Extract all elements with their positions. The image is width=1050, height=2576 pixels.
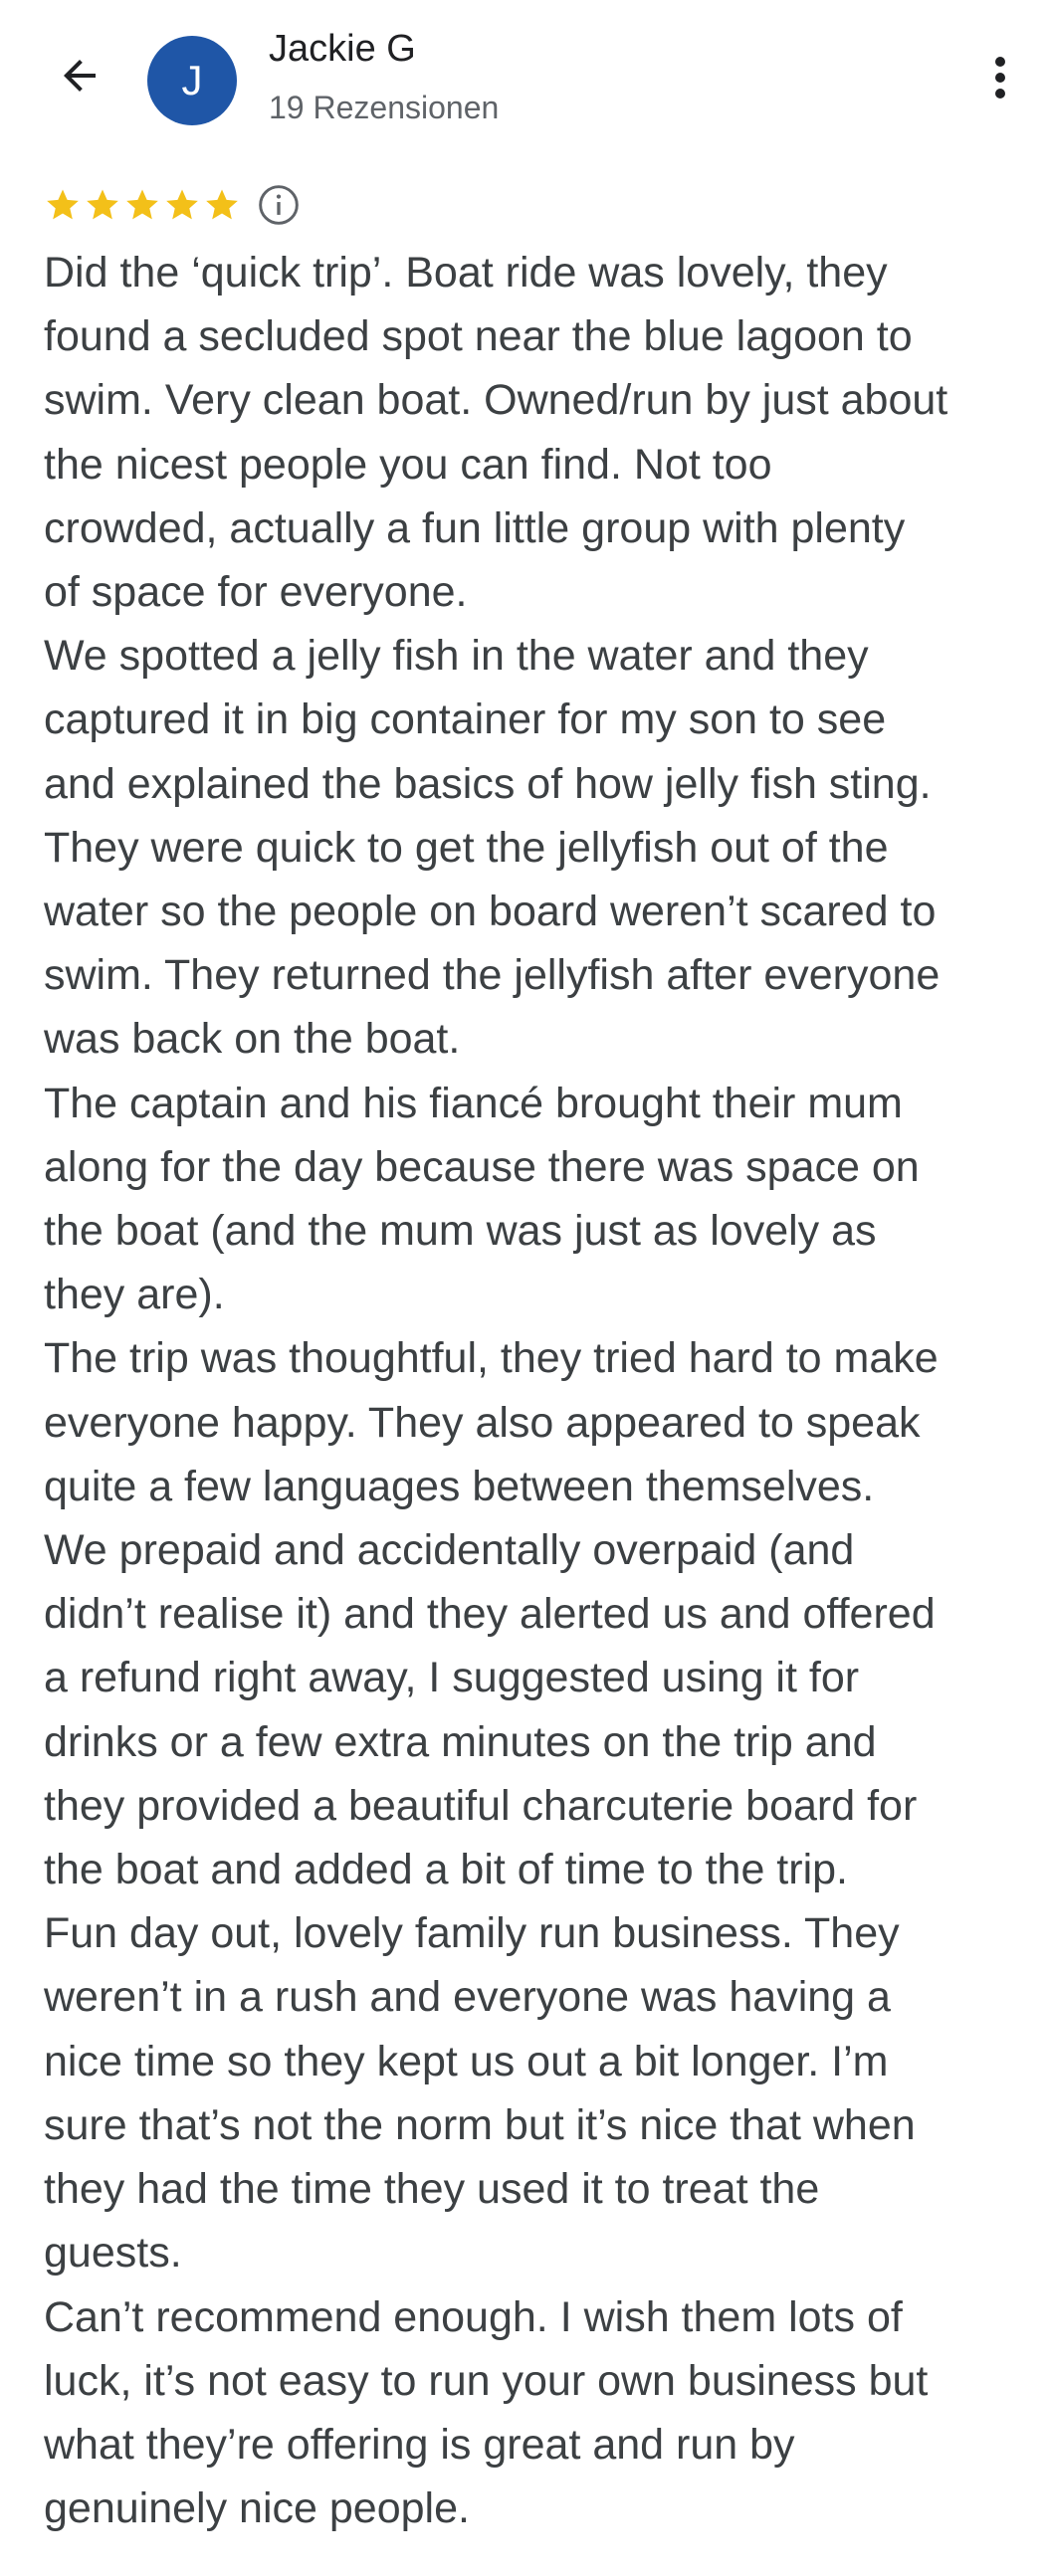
review-paragraph: Fun day out, lovely family run business.…: [44, 1909, 916, 2278]
star-icon: [166, 189, 198, 220]
more-vert-icon: [995, 57, 1005, 99]
star-icon: [206, 189, 238, 220]
review-paragraph: We prepaid and accidentally overpaid (an…: [44, 1526, 936, 1894]
review-paragraph: We spotted a jelly fish in the water and…: [44, 632, 941, 1064]
arrow-back-icon: [64, 60, 96, 92]
review-paragraph: Can’t recommend enough. I wish them lots…: [44, 2292, 929, 2533]
back-button[interactable]: [40, 40, 119, 111]
star-icon: [47, 189, 79, 220]
avatar[interactable]: J: [147, 36, 237, 125]
avatar-initial: J: [181, 57, 203, 103]
rating-row: [44, 181, 301, 229]
review-header: J Jackie G 19 Rezensionen: [0, 0, 1050, 159]
reviewer-name[interactable]: Jackie G: [269, 28, 416, 71]
review-text: Did the ‘quick trip’. Boat ride was love…: [44, 241, 1039, 2540]
review-paragraph: The trip was thoughtful, they tried hard…: [44, 1334, 939, 1510]
star-rating: [44, 186, 243, 224]
reviewer-review-count: 19 Rezensionen: [269, 90, 500, 125]
more-options-button[interactable]: [970, 42, 1030, 113]
star-icon: [87, 189, 118, 220]
review-paragraph: Did the ‘quick trip’. Boat ride was love…: [44, 249, 948, 617]
info-icon[interactable]: [257, 183, 301, 227]
review-paragraph: The captain and his fiancé brought their…: [44, 1079, 920, 1319]
star-icon: [126, 189, 158, 220]
